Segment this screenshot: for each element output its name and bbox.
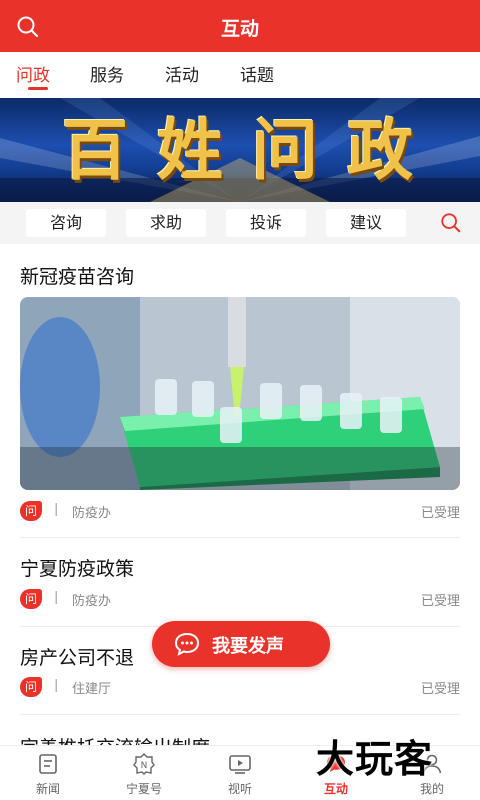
category-complaint[interactable]: 投诉	[226, 209, 306, 237]
meta-separator: |	[54, 590, 59, 605]
bottom-tab-label: 视听	[227, 782, 252, 796]
ningxia-hao-icon: N	[133, 753, 155, 775]
question-badge: 问	[20, 501, 42, 521]
bottom-tab-news[interactable]: 新闻	[8, 752, 88, 797]
page-title: 互动	[220, 18, 259, 40]
question-badge: 问	[20, 589, 42, 609]
list-item-title[interactable]: 房产公司不退	[20, 643, 134, 670]
divider	[20, 537, 460, 538]
meta-separator: |	[54, 678, 59, 693]
list-item-title[interactable]: 新冠疫苗咨询	[20, 262, 134, 289]
lab-test-tubes-image	[20, 297, 460, 490]
speak-up-button[interactable]: 我要发声	[152, 621, 330, 667]
speak-up-label: 我要发声	[212, 636, 284, 657]
active-tab-indicator	[28, 87, 48, 90]
status-label: 已受理	[420, 682, 460, 697]
video-icon	[229, 755, 251, 774]
svg-text:N: N	[141, 761, 148, 771]
category-suggestion[interactable]: 建议	[326, 209, 406, 237]
bottom-tab-label: 宁夏号	[125, 782, 162, 796]
list-item-meta: 问 | 住建厅 已受理	[20, 676, 460, 700]
department-label: 住建厅	[72, 682, 112, 697]
department-label: 防疫办	[72, 594, 112, 609]
top-bar: 互动	[0, 0, 480, 52]
department-label: 防疫办	[72, 506, 112, 521]
category-consult[interactable]: 咨询	[26, 209, 106, 237]
meta-separator: |	[54, 502, 59, 517]
bottom-tab-video[interactable]: 视听	[200, 752, 280, 797]
status-label: 已受理	[420, 594, 460, 609]
question-badge: 问	[20, 677, 42, 697]
list-item-meta: 问 | 防疫办 已受理	[20, 500, 460, 524]
list-item-title[interactable]: 宁夏防疫政策	[20, 554, 134, 581]
watermark-logo: 大玩客	[316, 737, 434, 781]
divider	[20, 714, 460, 715]
tab-bar: 问政 服务 活动 话题	[0, 52, 480, 98]
banner[interactable]: 百 姓 问 政	[0, 98, 480, 202]
search-icon[interactable]	[440, 212, 462, 234]
bottom-tab-label: 新闻	[35, 782, 60, 796]
category-bar: 咨询 求助 投诉 建议	[0, 202, 480, 244]
chat-bubble-icon	[174, 632, 200, 656]
news-icon	[39, 754, 57, 774]
list-item-meta: 问 | 防疫办 已受理	[20, 588, 460, 612]
list-item-image[interactable]	[20, 297, 460, 490]
tab-huodong[interactable]: 活动	[165, 61, 199, 86]
status-label: 已受理	[420, 506, 460, 521]
banner-char-2: 姓	[157, 111, 223, 189]
tab-fuwu[interactable]: 服务	[90, 61, 124, 86]
bottom-tab-ningxia-hao[interactable]: N 宁夏号	[104, 752, 184, 797]
tab-wenzheng[interactable]: 问政	[16, 61, 50, 86]
banner-char-1: 百	[62, 111, 128, 189]
banner-char-3: 问	[252, 111, 318, 189]
banner-char-4: 政	[347, 111, 413, 189]
tab-huati[interactable]: 话题	[240, 61, 274, 86]
category-help[interactable]: 求助	[126, 209, 206, 237]
